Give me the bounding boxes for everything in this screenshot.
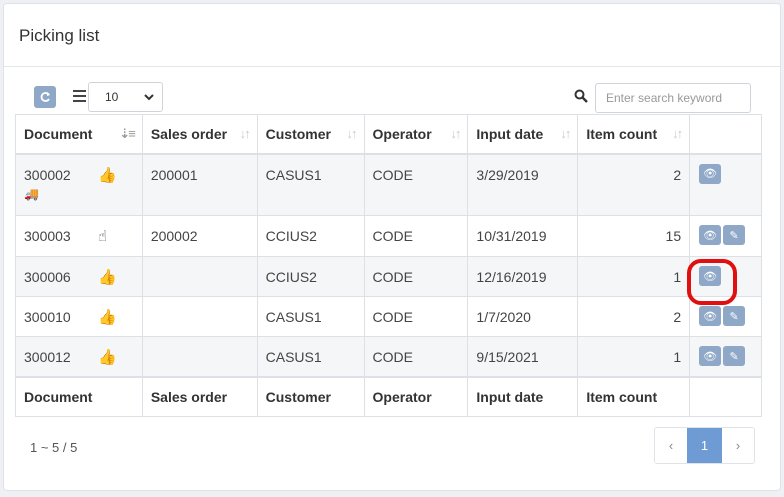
- refresh-icon: [40, 92, 50, 102]
- cell-document: 300006 👍: [15, 256, 143, 297]
- cell-customer: CASUS1: [256, 153, 365, 216]
- cell-document: 300002 👍 🚚: [15, 153, 143, 216]
- cell-item-count: 2: [577, 296, 691, 337]
- hand-thumb-icon: 👍: [98, 309, 117, 326]
- col-header-actions: [689, 114, 762, 155]
- col-header-input-date[interactable]: Input date ↓↑: [467, 114, 579, 155]
- hand-thumb-icon: 👍: [98, 269, 117, 286]
- pagination-page-1[interactable]: 1: [687, 428, 722, 463]
- cell-sales-order: [141, 296, 258, 337]
- edit-button[interactable]: ✎: [723, 225, 746, 245]
- cell-document: 300003 ☝: [15, 215, 143, 257]
- hand-pointer-icon: ☝: [98, 228, 108, 245]
- search-input[interactable]: Enter search keyword: [595, 83, 751, 113]
- cell-sales-order: 200002: [141, 215, 258, 257]
- hand-thumb-icon: 👍: [98, 166, 117, 184]
- table-row: 300012 👍 CASUS1 CODE 9/15/2021 1 👁 ✎: [15, 336, 762, 377]
- table-row: 300010 👍 CASUS1 CODE 1/7/2020 2 👁 ✎: [15, 296, 762, 337]
- cell-operator: CODE: [363, 256, 469, 297]
- sort-icon: ⇣≡: [119, 126, 136, 141]
- cell-document: 300012 👍: [15, 336, 143, 377]
- eye-icon: 👁: [703, 310, 718, 323]
- footer-actions: [689, 375, 762, 417]
- cell-customer: CASUS1: [256, 296, 365, 337]
- footer-sales-order: Sales order: [141, 375, 258, 417]
- table-row: 300006 👍 CCIUS2 CODE 12/16/2019 1 👁: [15, 256, 762, 297]
- pagination-info: 1 ~ 5 / 5: [30, 440, 78, 455]
- refresh-button[interactable]: [34, 86, 56, 108]
- sort-icon: ↓↑: [239, 126, 251, 141]
- sort-icon: ↓↑: [672, 126, 683, 141]
- header-row: Document ⇣≡ Sales order ↓↑ Customer ↓↑ Oper…: [15, 114, 762, 155]
- eye-icon: 👁: [703, 168, 718, 180]
- cell-actions: 👁: [689, 153, 762, 216]
- cell-operator: CODE: [363, 296, 469, 337]
- sort-icon: ↓↑: [560, 126, 571, 141]
- col-header-document[interactable]: Document ⇣≡: [15, 114, 143, 155]
- table-toolbar: 10 Enter search keyword: [4, 80, 780, 114]
- card-header: Picking list: [4, 4, 780, 67]
- eye-icon: 👁: [703, 229, 718, 242]
- edit-icon: ✎: [729, 350, 739, 363]
- cell-item-count: 15: [577, 215, 691, 257]
- cell-item-count: 2: [577, 153, 691, 216]
- cell-input-date: 3/29/2019: [467, 153, 579, 216]
- page-size-select[interactable]: 10: [88, 82, 163, 112]
- footer-item-count: Item count: [577, 375, 691, 417]
- table-row: 300002 👍 🚚 200001 CASUS1 CODE 3/29/2019 2 …: [15, 153, 762, 216]
- chevron-down-icon: [144, 93, 154, 100]
- list-icon: [73, 90, 86, 102]
- col-header-item-count[interactable]: Item count ↓↑: [577, 114, 691, 155]
- pagination-prev-button[interactable]: ‹: [655, 428, 687, 463]
- cell-customer: CCIUS2: [256, 256, 365, 297]
- footer-customer: Customer: [256, 375, 365, 417]
- view-button[interactable]: 👁: [699, 163, 722, 184]
- footer-input-date: Input date: [467, 375, 579, 417]
- cell-operator: CODE: [363, 336, 469, 377]
- search-placeholder: Enter search keyword: [606, 91, 723, 105]
- cell-input-date: 9/15/2021: [467, 336, 579, 377]
- cell-document: 300010 👍: [15, 296, 143, 337]
- picking-table: Document ⇣≡ Sales order ↓↑ Customer ↓↑ Oper…: [15, 114, 762, 417]
- truck-icon: 🚚: [24, 186, 39, 201]
- hand-thumb-icon: 👍: [98, 349, 117, 366]
- cell-actions: 👁 ✎: [689, 215, 762, 257]
- cell-operator: CODE: [363, 153, 469, 216]
- search-icon: [574, 89, 588, 103]
- footer-row: Document Sales order Customer Operator I…: [15, 375, 762, 417]
- footer-operator: Operator: [363, 375, 469, 417]
- table-row: 300003 ☝ 200002 CCIUS2 CODE 10/31/2019 15…: [15, 215, 762, 257]
- cell-customer: CCIUS2: [256, 215, 365, 257]
- col-header-operator[interactable]: Operator ↓↑: [363, 114, 469, 155]
- cell-customer: CASUS1: [256, 336, 365, 377]
- edit-icon: ✎: [729, 229, 739, 242]
- page-size-value: 10: [105, 90, 119, 104]
- cell-operator: CODE: [363, 215, 469, 257]
- sort-icon: ↓↑: [450, 126, 461, 141]
- cell-sales-order: 200001: [141, 153, 258, 216]
- view-button[interactable]: 👁: [699, 225, 722, 245]
- page-title: Picking list: [19, 26, 100, 45]
- edit-button[interactable]: ✎: [723, 346, 746, 366]
- eye-icon: 👁: [703, 350, 718, 363]
- cell-actions: 👁 ✎: [689, 336, 762, 377]
- footer-document: Document: [15, 375, 143, 417]
- sort-icon: ↓↑: [346, 126, 358, 141]
- col-header-sales-order[interactable]: Sales order ↓↑: [141, 114, 258, 155]
- view-button[interactable]: 👁: [699, 346, 722, 366]
- edit-icon: ✎: [729, 310, 739, 323]
- pagination-next-button[interactable]: ›: [722, 428, 754, 463]
- cell-input-date: 1/7/2020: [467, 296, 579, 337]
- pagination: ‹ 1 ›: [654, 427, 755, 464]
- cell-input-date: 12/16/2019: [467, 256, 579, 297]
- cell-item-count: 1: [577, 336, 691, 377]
- cell-input-date: 10/31/2019: [467, 215, 579, 257]
- cell-sales-order: [141, 336, 258, 377]
- edit-button[interactable]: ✎: [723, 306, 746, 326]
- col-header-customer[interactable]: Customer ↓↑: [256, 114, 365, 155]
- cell-item-count: 1: [577, 256, 691, 297]
- highlight-circle: [687, 259, 737, 305]
- cell-sales-order: [141, 256, 258, 297]
- view-button[interactable]: 👁: [699, 306, 722, 326]
